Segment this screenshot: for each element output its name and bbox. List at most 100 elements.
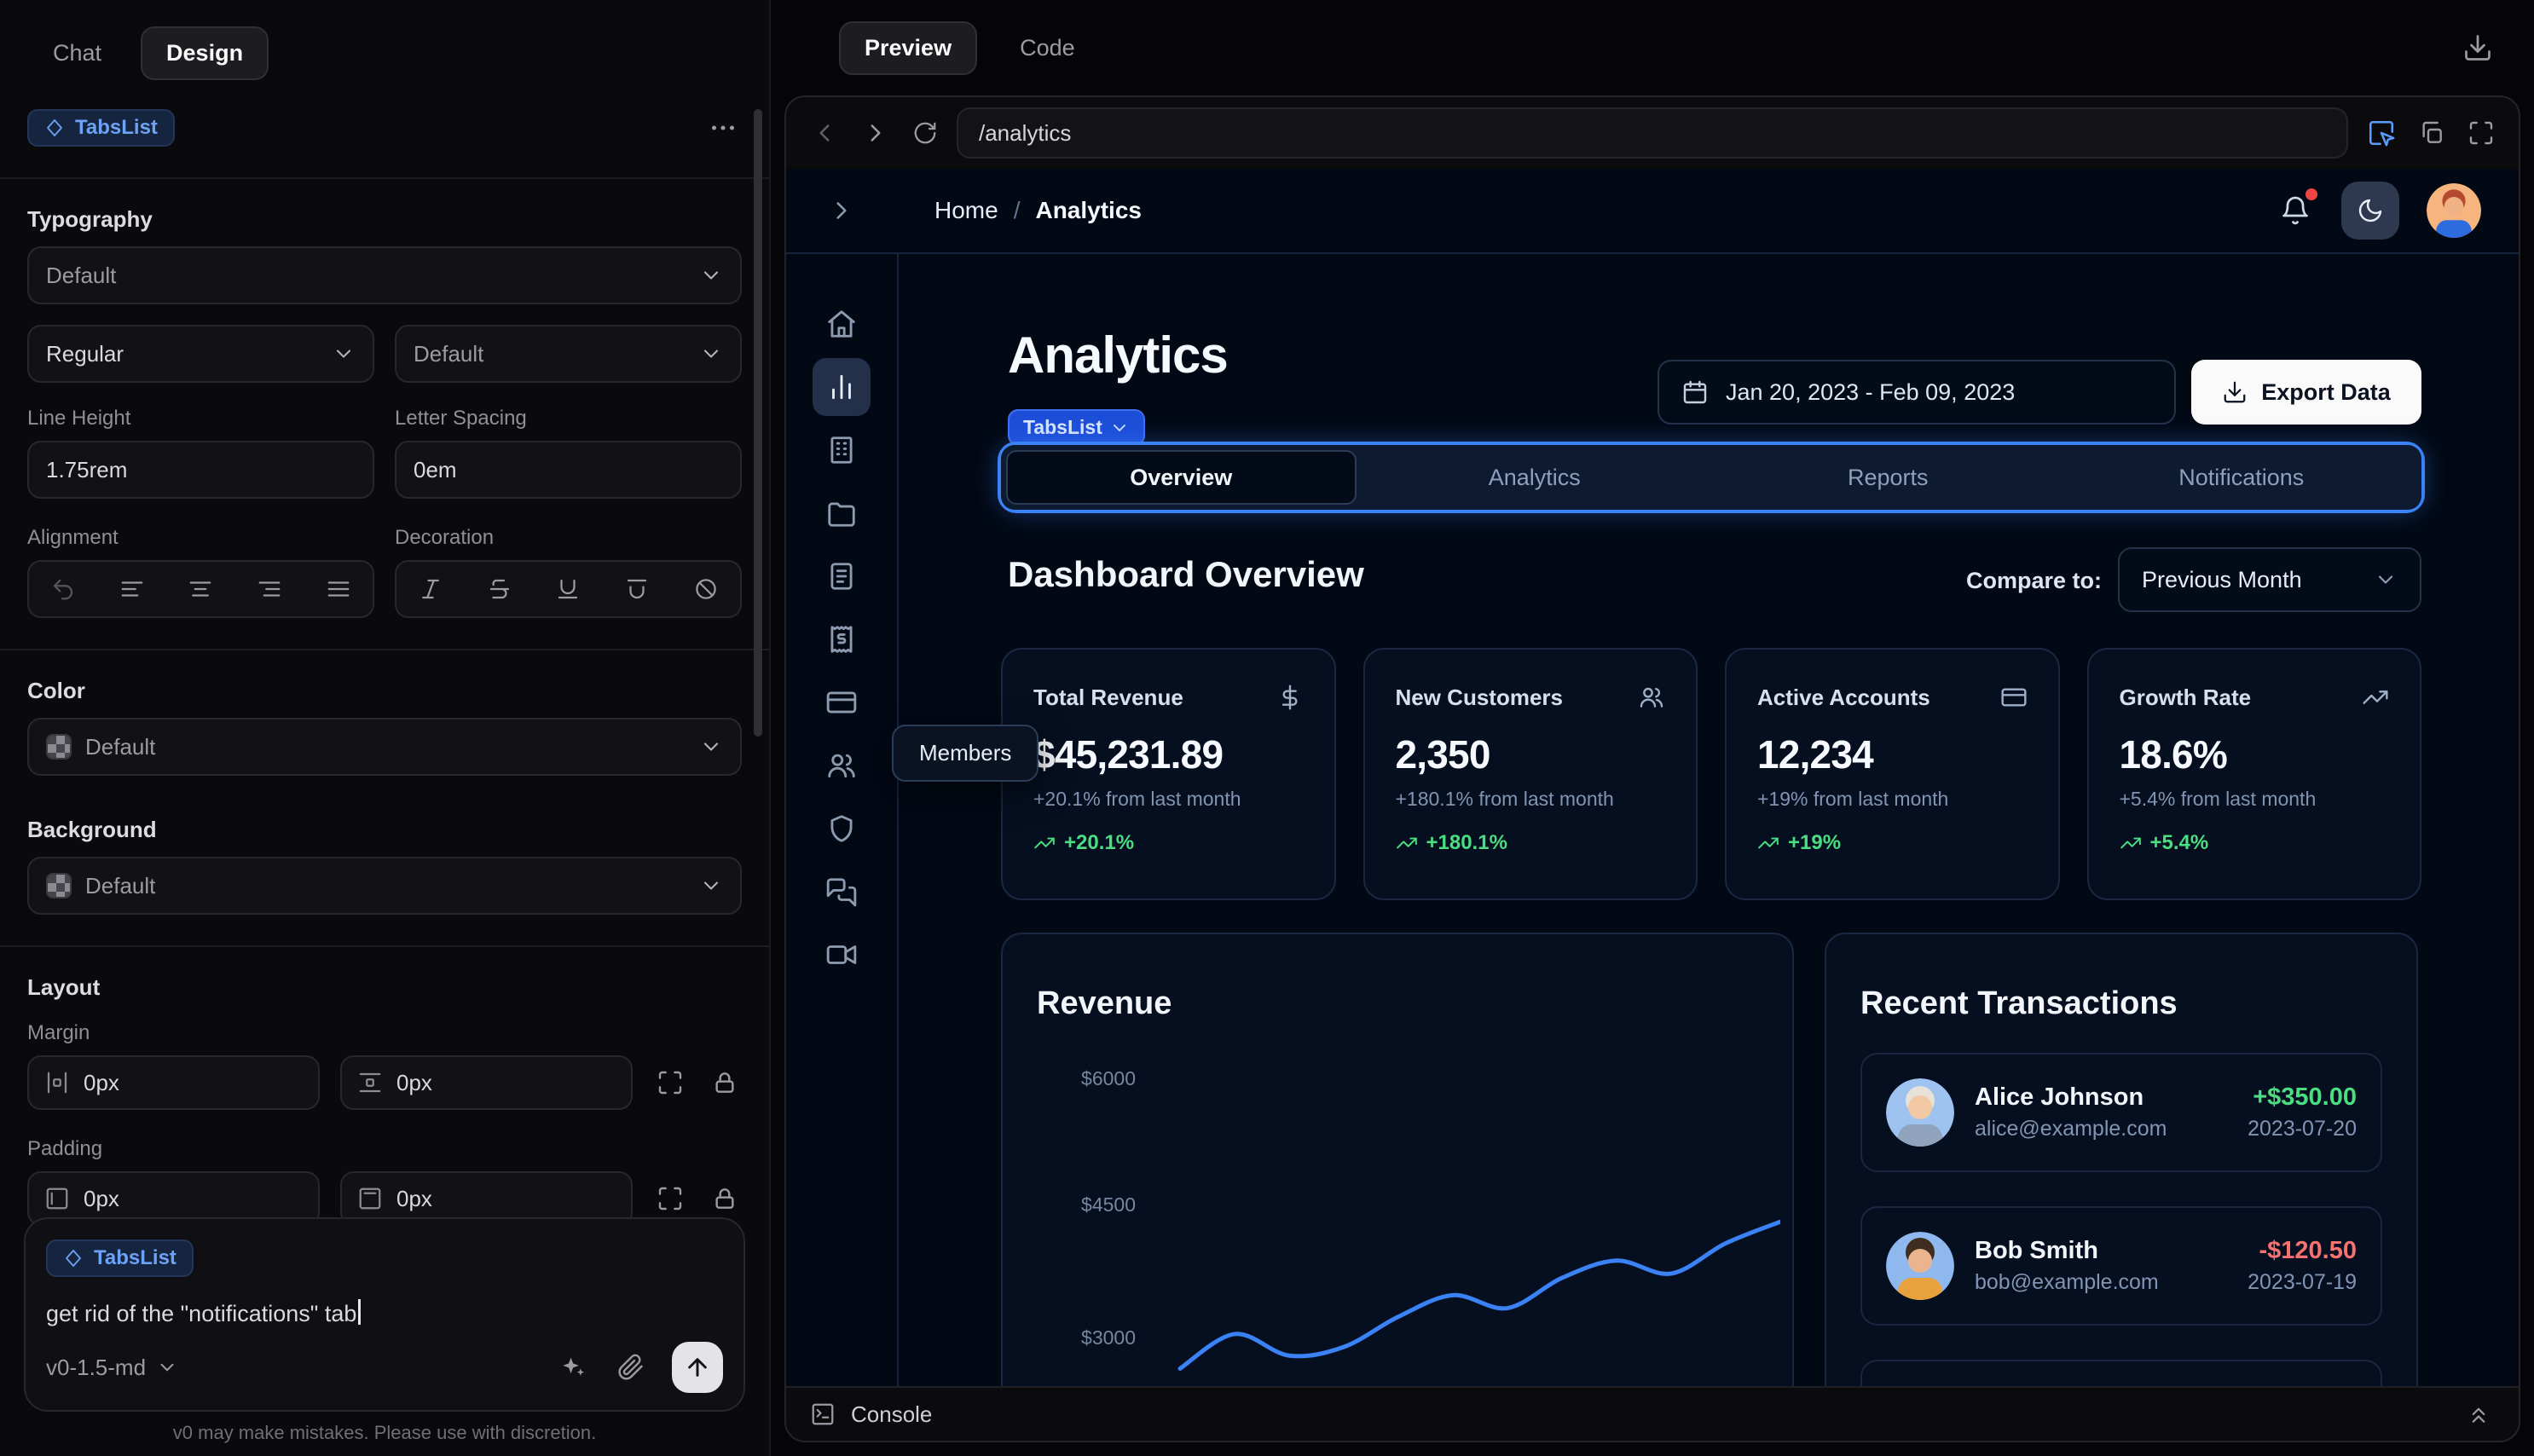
align-justify-button[interactable] bbox=[304, 562, 373, 616]
sidebar-item-members[interactable] bbox=[813, 737, 871, 794]
sidebar-item-security[interactable] bbox=[813, 800, 871, 858]
chevron-down-icon bbox=[2378, 575, 2393, 584]
revenue-chart-card: Revenue $6000 $4500 $3000 bbox=[1001, 933, 1794, 1386]
sidebar-item-projects[interactable] bbox=[813, 484, 871, 542]
background-select[interactable]: Default bbox=[27, 857, 742, 915]
transaction-row[interactable]: Bob Smith bob@example.com -$120.50 2023-… bbox=[1860, 1206, 2382, 1326]
tab-chat[interactable]: Chat bbox=[27, 26, 127, 80]
strikethrough-button[interactable] bbox=[466, 562, 535, 616]
margin-y-input[interactable]: 0px bbox=[340, 1055, 633, 1110]
forward-button[interactable] bbox=[858, 115, 894, 151]
sidebar-item-organization[interactable] bbox=[813, 421, 871, 479]
inspect-toggle-button[interactable] bbox=[2363, 115, 2399, 151]
font-size-select[interactable]: Default bbox=[395, 325, 742, 383]
stat-value: 12,234 bbox=[1757, 732, 1874, 777]
sidebar-tooltip: Members bbox=[892, 725, 1039, 782]
chat-composer[interactable]: TabsList get rid of the "notifications" … bbox=[24, 1217, 745, 1412]
transaction-row[interactable]: Alice Johnson alice@example.com +$350.00… bbox=[1860, 1053, 2382, 1172]
align-left-button[interactable] bbox=[98, 562, 167, 616]
overline-button[interactable] bbox=[603, 562, 672, 616]
refresh-button[interactable] bbox=[909, 117, 941, 149]
sparkles-icon bbox=[563, 1357, 585, 1376]
preview-viewport: Home / Analytics Members Analytics TabsL… bbox=[786, 169, 2519, 1386]
clear-decoration-button[interactable] bbox=[671, 562, 740, 616]
padding-expand-button[interactable] bbox=[653, 1182, 687, 1216]
tab-preview[interactable]: Preview bbox=[839, 20, 978, 75]
preview-tab-notifications[interactable]: Notifications bbox=[2067, 450, 2417, 505]
file-icon bbox=[830, 563, 853, 590]
download-button[interactable] bbox=[2459, 29, 2496, 66]
underline-button[interactable] bbox=[534, 562, 603, 616]
italic-button[interactable] bbox=[396, 562, 466, 616]
padding-lock-button[interactable] bbox=[708, 1182, 742, 1216]
clear-decoration-icon bbox=[695, 579, 716, 599]
transparency-swatch bbox=[46, 734, 72, 760]
shield-icon bbox=[830, 815, 853, 842]
margin-lock-button[interactable] bbox=[708, 1066, 742, 1100]
reset-alignment-button[interactable] bbox=[29, 562, 98, 616]
preview-tab-overview[interactable]: Overview bbox=[1006, 450, 1357, 505]
selected-element-chip[interactable]: TabsList bbox=[27, 109, 175, 147]
letter-spacing-input[interactable]: 0em bbox=[395, 441, 742, 499]
panel-scrollbar[interactable] bbox=[754, 109, 762, 737]
sidebar-toggle-button[interactable] bbox=[824, 193, 859, 228]
transparency-swatch bbox=[46, 873, 72, 898]
model-select[interactable]: v0-1.5-md bbox=[46, 1355, 178, 1381]
selected-element-label: TabsList bbox=[75, 116, 158, 139]
preview-tab-reports[interactable]: Reports bbox=[1713, 450, 2063, 505]
align-center-button[interactable] bbox=[166, 562, 235, 616]
date-range-picker[interactable]: Jan 20, 2023 - Feb 09, 2023 bbox=[1658, 360, 2176, 425]
avatar bbox=[1886, 1078, 1954, 1147]
back-button[interactable] bbox=[807, 115, 842, 151]
align-right-button[interactable] bbox=[235, 562, 304, 616]
user-avatar[interactable] bbox=[2427, 183, 2481, 238]
tab-design[interactable]: Design bbox=[141, 26, 269, 80]
fullscreen-button[interactable] bbox=[2464, 116, 2498, 150]
breadcrumb-home[interactable]: Home bbox=[934, 197, 998, 224]
preview-tab-analytics[interactable]: Analytics bbox=[1360, 450, 1710, 505]
chevrons-up-icon bbox=[2472, 1407, 2485, 1423]
panel-mode-tabs: Chat Design bbox=[27, 24, 742, 82]
composer-input[interactable]: get rid of the "notifications" tab bbox=[46, 1299, 723, 1327]
font-weight-select[interactable]: Regular bbox=[27, 325, 374, 383]
copy-button[interactable] bbox=[2415, 116, 2449, 150]
send-button[interactable] bbox=[672, 1342, 723, 1393]
sidebar-item-documents[interactable] bbox=[813, 547, 871, 605]
sidebar-item-analytics[interactable] bbox=[813, 358, 871, 416]
underline-icon bbox=[558, 579, 578, 599]
font-family-select[interactable]: Default bbox=[27, 246, 742, 304]
attach-file-button[interactable] bbox=[614, 1350, 648, 1384]
download-icon bbox=[2465, 35, 2491, 61]
sidebar-item-invoices[interactable] bbox=[813, 610, 871, 668]
line-height-input[interactable]: 1.75rem bbox=[27, 441, 374, 499]
console-expand-button[interactable] bbox=[2462, 1398, 2495, 1430]
stat-value: 2,350 bbox=[1395, 732, 1491, 777]
notifications-button[interactable] bbox=[2277, 188, 2317, 229]
inspect-icon bbox=[2369, 120, 2395, 147]
stat-value: $45,231.89 bbox=[1033, 732, 1224, 777]
color-select[interactable]: Default bbox=[27, 718, 742, 776]
composer-context-chip[interactable]: TabsList bbox=[46, 1239, 194, 1277]
transactions-card-title: Recent Transactions bbox=[1860, 985, 2178, 1021]
download-icon bbox=[2224, 381, 2246, 403]
trending-up-icon bbox=[2120, 837, 2141, 849]
margin-x-input[interactable]: 0px bbox=[27, 1055, 320, 1110]
theme-toggle-button[interactable] bbox=[2341, 182, 2399, 240]
enhance-prompt-button[interactable] bbox=[554, 1349, 590, 1385]
sidebar-item-messages[interactable] bbox=[813, 863, 871, 921]
copy-icon bbox=[2422, 121, 2442, 143]
selection-chip[interactable]: TabsList bbox=[1008, 409, 1145, 446]
sidebar-item-video[interactable] bbox=[813, 926, 871, 984]
export-data-button[interactable]: Export Data bbox=[2191, 360, 2421, 425]
margin-expand-button[interactable] bbox=[653, 1066, 687, 1100]
console-bar[interactable]: Console bbox=[786, 1386, 2519, 1441]
chevron-down-icon bbox=[1113, 424, 1125, 431]
sidebar-item-billing[interactable] bbox=[813, 673, 871, 731]
font-family-value: Default bbox=[46, 262, 117, 288]
sidebar-item-home[interactable] bbox=[813, 295, 871, 353]
transaction-row-partial[interactable] bbox=[1860, 1360, 2382, 1386]
compare-select[interactable]: Previous Month bbox=[2118, 547, 2421, 612]
tab-code[interactable]: Code bbox=[994, 21, 1101, 75]
more-options-button[interactable] bbox=[704, 109, 742, 147]
url-input[interactable]: /analytics bbox=[957, 107, 2348, 159]
